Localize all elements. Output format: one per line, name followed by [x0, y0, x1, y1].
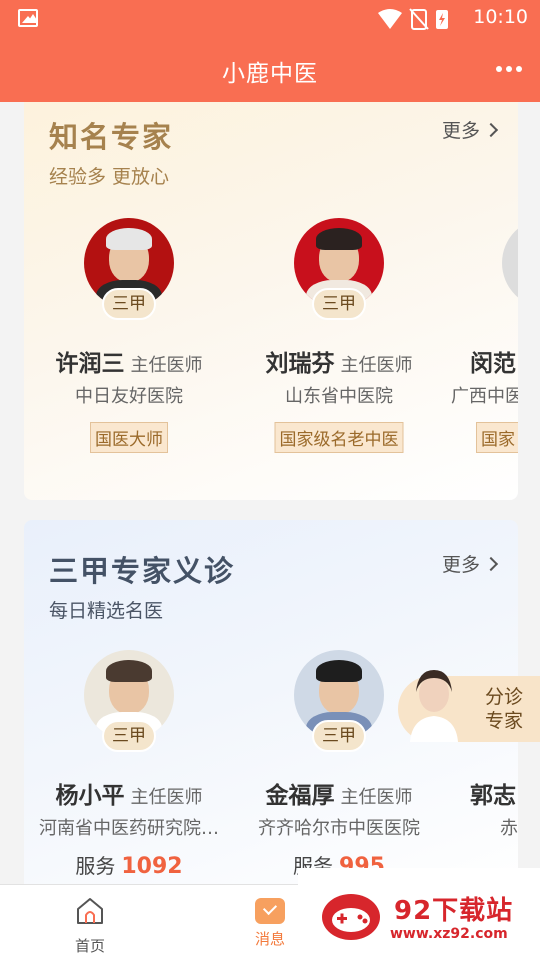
- message-icon: [255, 898, 285, 924]
- doctor-name: 郭志: [470, 783, 516, 809]
- service-number: 1092: [121, 854, 183, 879]
- watermark-url: www.xz92.com: [390, 926, 508, 942]
- gallery-icon: [18, 9, 38, 27]
- more-label: 更多: [441, 554, 480, 576]
- doctor-name: 闵范: [470, 351, 516, 377]
- more-label: 更多: [441, 120, 480, 142]
- hospital-grade-badge: 三甲: [312, 720, 366, 752]
- tab-home[interactable]: 首页: [50, 895, 130, 956]
- clinic-experts-more-link[interactable]: 更多: [441, 550, 499, 577]
- famous-experts-more-link[interactable]: 更多: [441, 116, 499, 143]
- service-label: 服务: [75, 854, 116, 878]
- famous-experts-subtitle: 经验多 更放心: [49, 166, 170, 188]
- doctor-hospital: 中日友好医院: [75, 386, 183, 407]
- triage-label-line1: 分诊: [484, 686, 523, 708]
- watermark: 92下载站 www.xz92.com: [298, 868, 540, 960]
- doctor-hospital: 齐齐哈尔市中医医院: [258, 818, 420, 839]
- hospital-grade-badge: 三甲: [102, 288, 156, 320]
- triage-experts-button[interactable]: 分诊 专家: [398, 670, 540, 742]
- home-icon: [77, 898, 103, 924]
- app-bar: 小鹿中医: [0, 36, 540, 102]
- tab-home-label: 首页: [74, 937, 105, 955]
- doctor-avatar: [502, 218, 518, 308]
- clinic-experts-title: 三甲专家义诊: [49, 554, 236, 588]
- doctor-hospital: 山东省中医院: [285, 386, 393, 407]
- doctor-rank: 主任医师: [340, 787, 413, 808]
- doctor-name: 许润三: [55, 351, 125, 377]
- doctor-card[interactable]: 三甲 刘瑞芬 主任医师 山东省中医院 国家级名老中医: [234, 218, 444, 468]
- doctor-card[interactable]: 三甲 杨小平 主任医师 河南省中医药研究院… 服务 1092: [24, 650, 234, 884]
- gamepad-logo-icon: [322, 894, 380, 940]
- hospital-grade-badge: 三甲: [102, 720, 156, 752]
- doctor-rank: 主任医师: [340, 355, 413, 376]
- watermark-title: 92下载站: [394, 896, 514, 926]
- doctor-hospital: 广西中医: [451, 386, 518, 407]
- app-title: 小鹿中医: [222, 61, 318, 87]
- triage-label-line2: 专家: [484, 710, 523, 732]
- status-bar: 10:10: [0, 0, 540, 36]
- famous-experts-title: 知名专家: [49, 120, 174, 154]
- more-options-icon[interactable]: [496, 66, 522, 74]
- doctor-name: 金福厚: [265, 783, 335, 809]
- doctor-title-tag: 国家级名老中医: [274, 422, 404, 453]
- wifi-icon: [378, 9, 402, 29]
- doctor-title-tag: 国家: [476, 422, 518, 453]
- doctor-name: 刘瑞芬: [265, 351, 335, 377]
- hospital-grade-badge: 三甲: [312, 288, 366, 320]
- doctor-card[interactable]: 三甲 许润三 主任医师 中日友好医院 国医大师: [24, 218, 234, 468]
- status-time: 10:10: [473, 6, 528, 28]
- nurse-icon: [410, 670, 458, 742]
- doctor-card[interactable]: 闵范 广西中医 国家: [444, 218, 518, 468]
- main-content[interactable]: 知名专家 经验多 更放心 更多 三甲 许润三 主任医师 中日友好医院 国医大师 三…: [0, 102, 540, 884]
- doctor-rank: 主任医师: [130, 355, 203, 376]
- doctor-title-tag: 国医大师: [90, 422, 168, 453]
- famous-experts-card: 知名专家 经验多 更放心 更多 三甲 许润三 主任医师 中日友好医院 国医大师 三…: [24, 102, 518, 500]
- doctor-hospital: 赤: [500, 818, 518, 839]
- chevron-right-icon: [483, 556, 499, 571]
- status-icons: [378, 8, 448, 30]
- doctor-hospital: 河南省中医药研究院…: [39, 818, 219, 839]
- service-count: 服务 1092: [24, 850, 234, 879]
- doctor-name: 杨小平: [55, 783, 125, 809]
- doctor-rank: 主任医师: [130, 787, 203, 808]
- clinic-experts-subtitle: 每日精选名医: [49, 600, 164, 622]
- chevron-right-icon: [483, 122, 499, 137]
